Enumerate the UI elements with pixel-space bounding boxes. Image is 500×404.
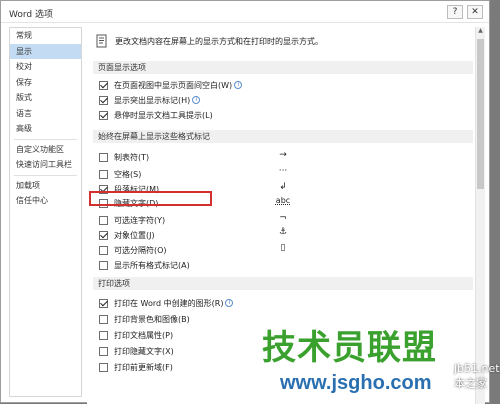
option-label: 隐藏文字(D) [114, 198, 159, 208]
checkbox[interactable] [99, 184, 108, 194]
option-spaces[interactable]: 空格(S) [99, 168, 141, 180]
paragraph-mark-icon: ↲ [279, 182, 287, 192]
info-icon: i [192, 96, 201, 104]
close-button[interactable]: ✕ [467, 5, 483, 19]
option-label: 可选分隔符(O) [114, 245, 167, 255]
checkbox[interactable] [99, 260, 108, 270]
print-options-header: 打印选项 [93, 277, 473, 290]
sidebar-item-typography[interactable]: 版式 [10, 90, 81, 106]
hidden-text-mark-icon: abc [275, 196, 291, 205]
option-tab-characters[interactable]: 制表符(T) [99, 151, 149, 163]
option-show-all-marks[interactable]: 显示所有格式标记(A) [99, 259, 190, 271]
checkbox[interactable] [99, 362, 108, 372]
sidebar-item-customize-ribbon[interactable]: 自定义功能区 [10, 142, 81, 158]
checkbox[interactable] [99, 230, 108, 240]
option-print-drawings[interactable]: 打印在 Word 中创建的图形(R) i [99, 297, 234, 309]
checkbox[interactable] [99, 245, 108, 255]
info-icon: i [225, 299, 234, 307]
scroll-up-icon[interactable]: ▲ [476, 27, 485, 37]
option-label: 打印隐藏文字(X) [114, 346, 174, 356]
option-update-fields[interactable]: 打印前更新域(F) [99, 361, 173, 373]
option-label: 段落标记(M) [114, 184, 160, 194]
help-button[interactable]: ? [447, 5, 463, 19]
checkbox[interactable] [99, 80, 108, 90]
option-label: 对象位置(J) [114, 230, 155, 240]
dialog-title: Word 选项 [9, 10, 53, 20]
sidebar-item-proofing[interactable]: 校对 [10, 59, 81, 75]
space-mark-icon: ··· [278, 166, 288, 176]
option-optional-hyphens[interactable]: 可选连字符(Y) [99, 214, 165, 226]
option-label: 显示突出显示标记(H) [114, 95, 191, 105]
option-label: 悬停时显示文档工具提示(L) [114, 110, 213, 120]
checkbox[interactable] [99, 152, 108, 162]
watermark-edge-text: jb51.net 本之家 [454, 362, 500, 390]
option-print-hidden-text[interactable]: 打印隐藏文字(X) [99, 345, 174, 357]
checkbox[interactable] [99, 330, 108, 340]
document-display-icon [95, 34, 109, 48]
formatting-marks-header: 始终在屏幕上显示这些格式标记 [93, 130, 473, 143]
option-label: 打印文档属性(P) [114, 330, 174, 340]
checkbox[interactable] [99, 215, 108, 225]
checkbox[interactable] [99, 110, 108, 120]
anchor-icon: ⚓ [278, 227, 288, 237]
sidebar-item-language[interactable]: 语言 [10, 106, 81, 122]
option-print-properties[interactable]: 打印文档属性(P) [99, 329, 173, 341]
hyphen-mark-icon: ¬ [279, 213, 287, 223]
option-label: 可选连字符(Y) [114, 215, 166, 225]
title-bar: Word 选项 ? ✕ [1, 1, 489, 23]
checkbox[interactable] [99, 95, 108, 105]
watermark-url: www.jsgho.com [280, 372, 432, 394]
checkbox[interactable] [99, 169, 108, 179]
option-label: 打印在 Word 中创建的图形(R) [114, 298, 224, 308]
option-optional-breaks[interactable]: 可选分隔符(O) [99, 244, 167, 256]
sidebar-item-advanced[interactable]: 高级 [10, 121, 81, 137]
sidebar-item-trust-center[interactable]: 信任中心 [10, 193, 81, 209]
intro-text: 更改文档内容在屏幕上的显示方式和在打印时的显示方式。 [115, 36, 323, 46]
watermark: 技术员联盟 www.jsgho.com jb51.net 本之家 [262, 328, 500, 403]
option-print-background[interactable]: 打印背景色和图像(B) [99, 313, 190, 325]
watermark-text: 技术员联盟 [262, 328, 437, 368]
intro-row: 更改文档内容在屏幕上的显示方式和在打印时的显示方式。 [95, 33, 323, 49]
sidebar-divider [14, 138, 77, 140]
sidebar-item-quick-access-toolbar[interactable]: 快速访问工具栏 [10, 157, 81, 173]
option-label: 显示所有格式标记(A) [114, 260, 190, 270]
option-label: 在页面视图中显示页面间空白(W) [114, 80, 233, 90]
checkbox[interactable] [99, 346, 108, 356]
sidebar-item-general[interactable]: 常规 [10, 28, 81, 44]
option-label: 打印背景色和图像(B) [114, 314, 190, 324]
page-display-header: 页面显示选项 [93, 61, 473, 74]
sidebar-item-save[interactable]: 保存 [10, 75, 81, 91]
sidebar-divider [14, 174, 77, 176]
tab-mark-icon: → [279, 150, 287, 160]
option-hidden-text[interactable]: 隐藏文字(D) [99, 197, 158, 209]
option-show-tooltips[interactable]: 悬停时显示文档工具提示(L) [99, 109, 213, 121]
checkbox[interactable] [99, 314, 108, 324]
option-label: 制表符(T) [114, 152, 150, 162]
optional-break-mark-icon: ▯ [280, 243, 286, 253]
scroll-thumb[interactable] [477, 39, 484, 189]
option-show-highlighter[interactable]: 显示突出显示标记(H) i [99, 94, 201, 106]
info-icon: i [234, 81, 243, 89]
options-sidebar: 常规 显示 校对 保存 版式 语言 高级 自定义功能区 快速访问工具栏 加载项 … [9, 27, 82, 397]
option-paragraph-marks[interactable]: 段落标记(M) [99, 183, 159, 195]
option-show-whitespace[interactable]: 在页面视图中显示页面间空白(W) i [99, 79, 243, 91]
sidebar-item-add-ins[interactable]: 加载项 [10, 178, 81, 194]
option-label: 打印前更新域(F) [114, 362, 173, 372]
option-object-anchors[interactable]: 对象位置(J) [99, 229, 155, 241]
sidebar-item-display[interactable]: 显示 [10, 43, 81, 59]
checkbox[interactable] [99, 198, 108, 208]
option-label: 空格(S) [114, 169, 142, 179]
checkbox[interactable] [99, 298, 108, 308]
